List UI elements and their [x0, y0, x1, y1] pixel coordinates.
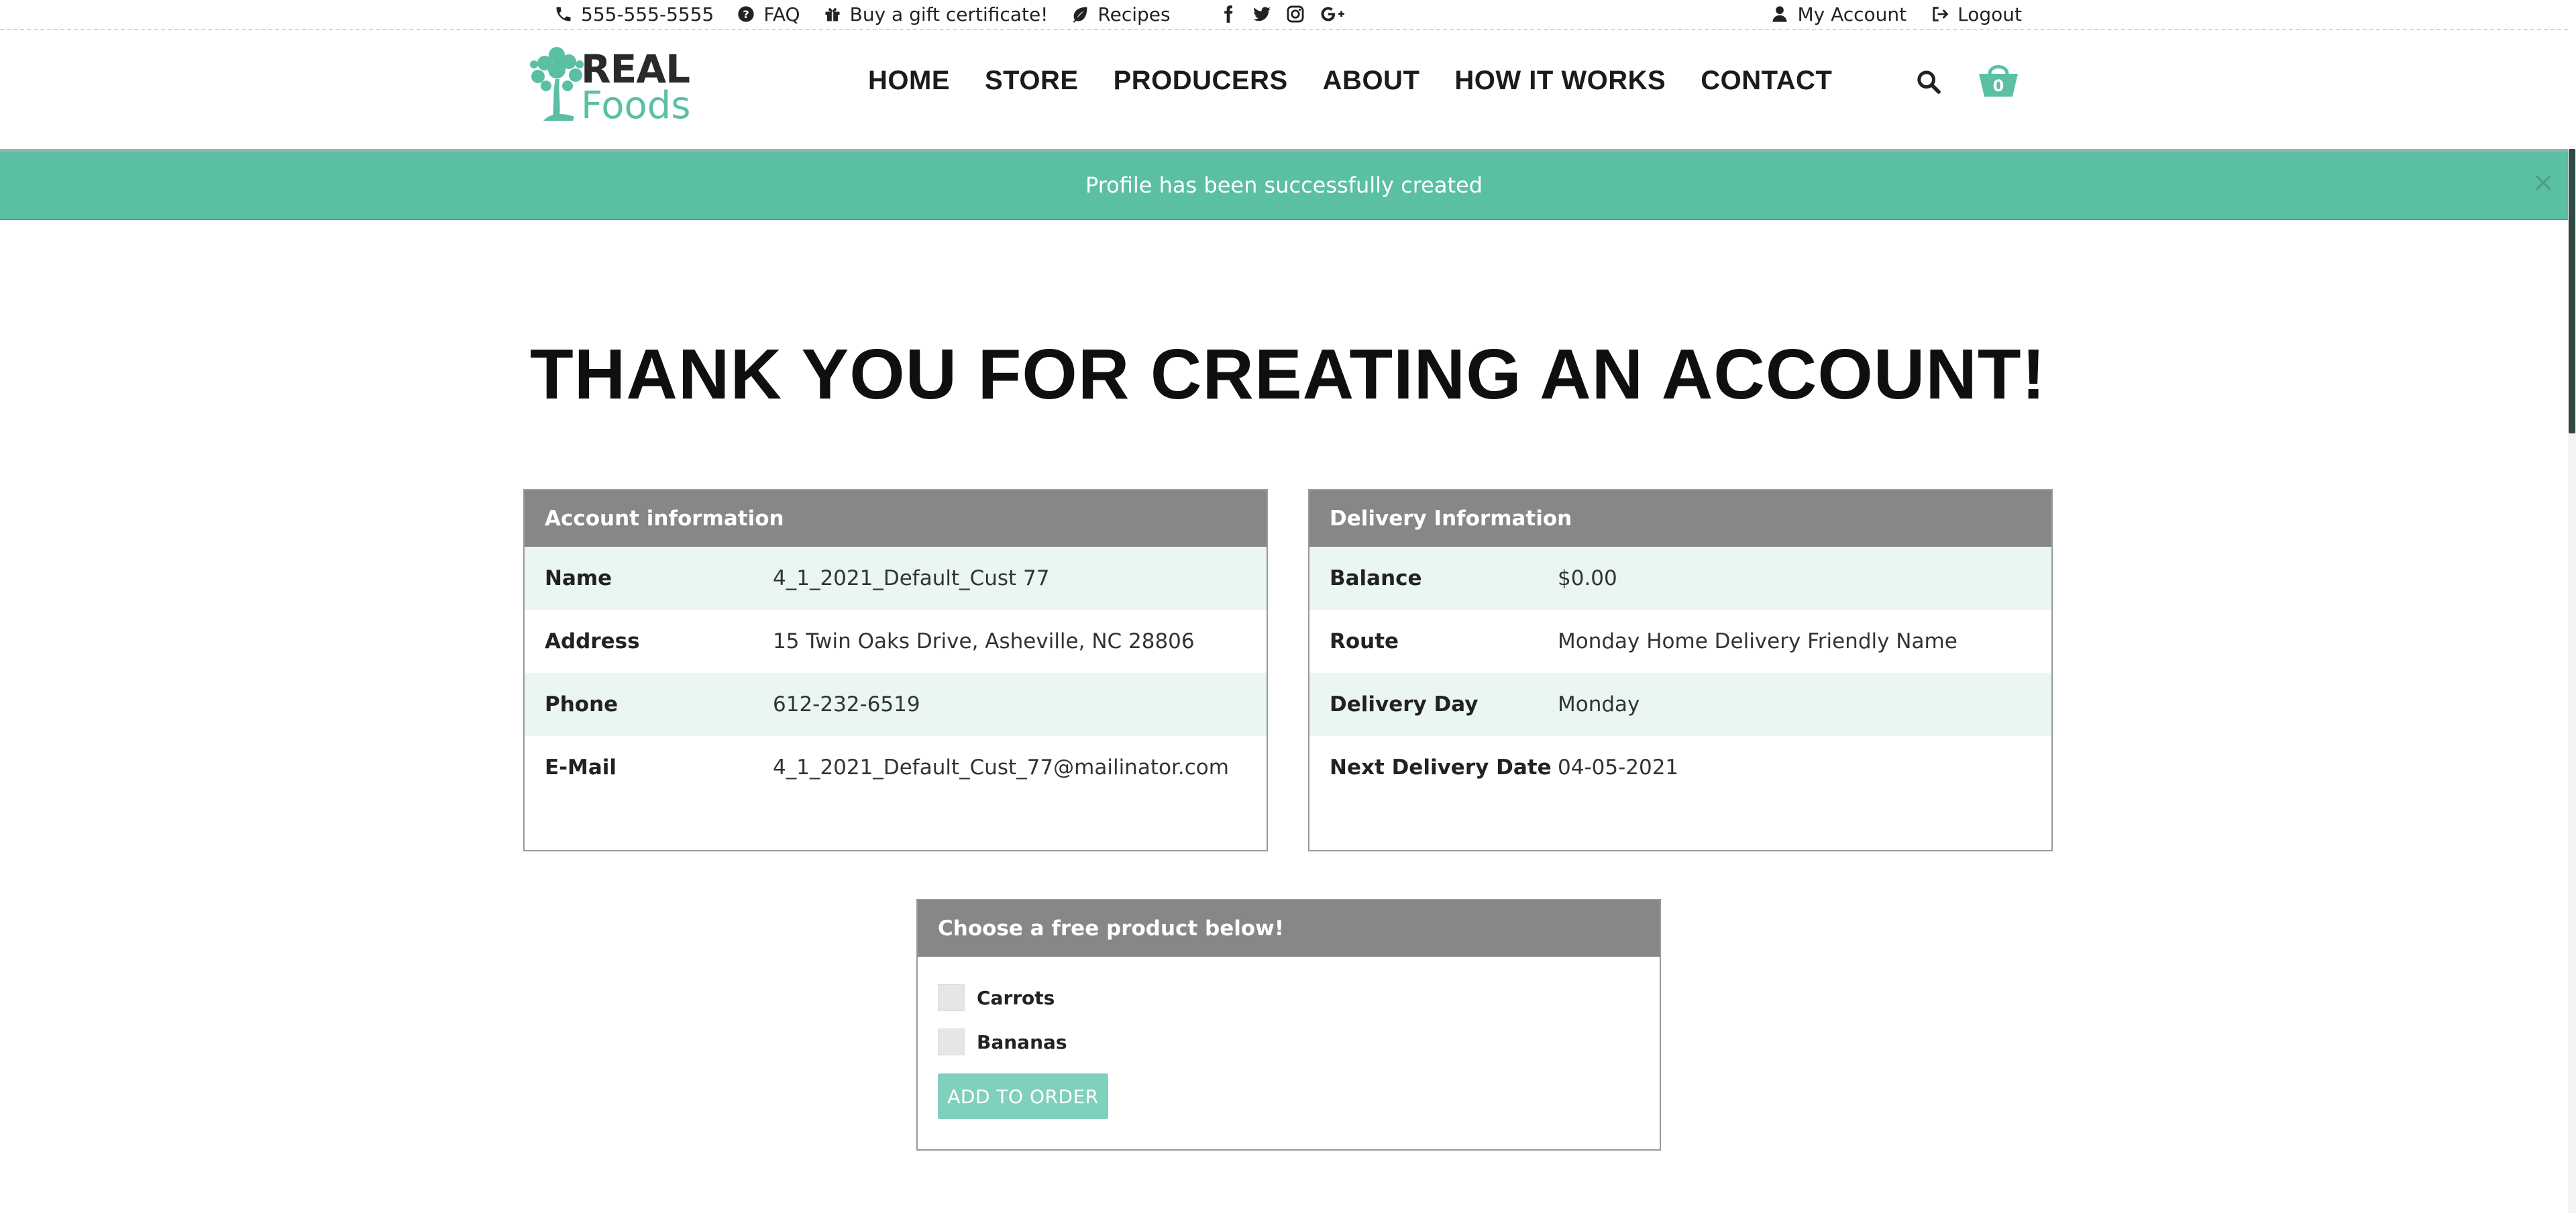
row-label: Name [545, 566, 612, 590]
delivery-information-card: Delivery Information Balance $0.00 Route… [1308, 489, 2053, 851]
faq-text: FAQ [763, 3, 800, 25]
delivery-card-heading: Delivery Information [1309, 490, 2051, 547]
account-row-address: Address 15 Twin Oaks Drive, Asheville, N… [525, 610, 1267, 673]
alert-close-button[interactable]: × [2532, 169, 2555, 196]
row-label: Balance [1330, 566, 1422, 590]
nav-home[interactable]: HOME [868, 66, 950, 96]
my-account-link[interactable]: My Account [1770, 3, 1907, 25]
row-value: $0.00 [1558, 566, 1617, 590]
google-plus-icon[interactable] [1320, 5, 1346, 23]
row-label: Next Delivery Date [1330, 755, 1552, 780]
free-product-body: Carrots Bananas ADD TO ORDER [918, 957, 1660, 1119]
row-value: Monday Home Delivery Friendly Name [1558, 629, 1957, 653]
top-utility-right: My Account Logout [1770, 0, 2022, 28]
search-button[interactable] [1915, 68, 1942, 95]
facebook-icon[interactable] [1219, 5, 1238, 23]
add-to-order-button[interactable]: ADD TO ORDER [938, 1073, 1108, 1119]
option-carrots[interactable]: Carrots [938, 982, 1640, 1013]
nav-how-it-works[interactable]: HOW IT WORKS [1454, 66, 1666, 96]
sign-out-icon [1931, 5, 1949, 23]
bananas-checkbox[interactable] [938, 1029, 965, 1055]
account-card-heading: Account information [525, 490, 1267, 547]
svg-text:?: ? [743, 8, 749, 21]
site-header: REAL Foods HOME STORE PRODUCERS ABOUT HO… [0, 31, 2568, 149]
logo-text-real: REAL [581, 46, 690, 92]
search-icon [1917, 70, 1941, 94]
instagram-icon[interactable] [1286, 5, 1305, 23]
success-alert: Profile has been successfully created × [0, 149, 2568, 220]
cart-button[interactable]: 0 [1976, 59, 2021, 99]
row-label: Phone [545, 692, 619, 717]
faq-link[interactable]: ? FAQ [737, 3, 800, 25]
logout-link[interactable]: Logout [1931, 3, 2022, 25]
phone-link[interactable]: 555-555-5555 [554, 3, 714, 25]
option-label: Bananas [977, 1031, 1067, 1053]
row-label: Delivery Day [1330, 692, 1479, 717]
free-product-card: Choose a free product below! Carrots Ban… [916, 899, 1661, 1151]
recipes-link[interactable]: Recipes [1071, 3, 1171, 25]
row-value: 4_1_2021_Default_Cust 77 [773, 566, 1050, 590]
option-bananas[interactable]: Bananas [938, 1026, 1640, 1057]
row-value: 15 Twin Oaks Drive, Asheville, NC 28806 [773, 629, 1195, 653]
top-utility-bar: 555-555-5555 ? FAQ Buy a gift certificat… [0, 0, 2568, 30]
logo-text-foods: Foods [581, 84, 691, 127]
free-product-heading: Choose a free product below! [918, 900, 1660, 957]
site-logo[interactable]: REAL Foods [523, 38, 698, 125]
row-value: Monday [1558, 692, 1640, 717]
option-label: Carrots [977, 986, 1055, 1009]
nav-producers[interactable]: PRODUCERS [1114, 66, 1288, 96]
recipes-text: Recipes [1097, 3, 1171, 25]
account-row-phone: Phone 612-232-6519 [525, 673, 1267, 736]
carrots-checkbox[interactable] [938, 984, 965, 1011]
cart-count-badge: 0 [1992, 76, 2004, 95]
my-account-text: My Account [1797, 3, 1907, 25]
main-nav: HOME STORE PRODUCERS ABOUT HOW IT WORKS … [868, 66, 1832, 96]
delivery-row-next-date: Next Delivery Date 04-05-2021 [1309, 736, 2051, 799]
row-label: Address [545, 629, 640, 653]
nav-store[interactable]: STORE [985, 66, 1079, 96]
page-title: THANK YOU FOR CREATING AN ACCOUNT! [530, 335, 2046, 414]
alert-message: Profile has been successfully created [1085, 172, 1483, 198]
twitter-icon[interactable] [1252, 5, 1271, 23]
social-links [1219, 5, 1346, 23]
row-label: E-Mail [545, 755, 617, 780]
logout-text: Logout [1957, 3, 2022, 25]
page-scrollbar[interactable] [2568, 149, 2576, 1213]
gift-icon [823, 5, 842, 23]
question-circle-icon: ? [737, 5, 755, 23]
gift-text: Buy a gift certificate! [849, 3, 1049, 25]
row-value: 4_1_2021_Default_Cust_77@mailinator.com [773, 755, 1229, 780]
row-label: Route [1330, 629, 1399, 653]
nav-contact[interactable]: CONTACT [1701, 66, 1832, 96]
nav-about[interactable]: ABOUT [1323, 66, 1420, 96]
delivery-row-route: Route Monday Home Delivery Friendly Name [1309, 610, 2051, 673]
phone-text: 555-555-5555 [581, 3, 714, 25]
top-utility-left: 555-555-5555 ? FAQ Buy a gift certificat… [554, 0, 1346, 28]
phone-icon [554, 5, 573, 23]
user-icon [1770, 5, 1789, 23]
leaf-icon [1071, 5, 1089, 23]
gift-certificate-link[interactable]: Buy a gift certificate! [823, 3, 1049, 25]
row-value: 612-232-6519 [773, 692, 920, 717]
account-row-name: Name 4_1_2021_Default_Cust 77 [525, 547, 1267, 610]
row-value: 04-05-2021 [1558, 755, 1679, 780]
delivery-row-day: Delivery Day Monday [1309, 673, 2051, 736]
account-information-card: Account information Name 4_1_2021_Defaul… [523, 489, 1268, 851]
account-row-email: E-Mail 4_1_2021_Default_Cust_77@mailinat… [525, 736, 1267, 799]
delivery-row-balance: Balance $0.00 [1309, 547, 2051, 610]
